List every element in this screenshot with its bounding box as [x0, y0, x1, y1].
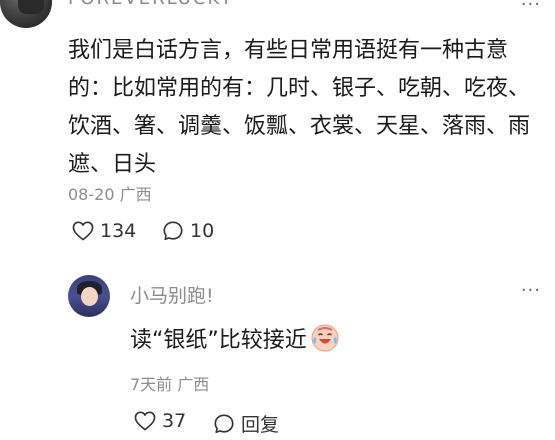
- reply-reply-button[interactable]: 回复: [213, 410, 279, 437]
- reply-time: 7天前: [130, 375, 173, 394]
- reply-username[interactable]: 小马别跑!: [130, 281, 214, 308]
- reply-more-button[interactable]: ···: [521, 280, 541, 301]
- comment-location: 广西: [119, 185, 152, 204]
- comment-meta: 08-20 广西: [68, 181, 152, 205]
- reply-like-count: 37: [162, 410, 187, 432]
- reply-reply-label: 回复: [241, 414, 280, 436]
- comment-reply-button[interactable]: 10: [162, 220, 214, 242]
- comment-text: 我们是白话方言，有些日常用语挺有一种古意的：比如常用的有：几时、银子、吃朝、吃夜…: [68, 38, 531, 177]
- comment-date: 08-20: [68, 185, 115, 204]
- comment-like-count: 134: [100, 220, 137, 242]
- reply-like-button[interactable]: 37: [134, 410, 186, 432]
- commenter-username[interactable]: FOREVERLUCKY: [68, 0, 234, 9]
- comment-reply-count: 10: [190, 220, 215, 242]
- heart-outline-icon: [72, 221, 94, 241]
- comment-more-button[interactable]: ···: [521, 0, 541, 15]
- commenter-avatar[interactable]: [0, 0, 52, 28]
- reply-location: 广西: [177, 375, 210, 394]
- reply-avatar[interactable]: [68, 275, 110, 317]
- speech-bubble-icon: [162, 220, 184, 242]
- heart-outline-icon: [134, 411, 156, 431]
- reply-meta: 7天前 广西: [130, 371, 209, 395]
- reply-text: 读“银纸”比较接近: [130, 328, 307, 353]
- laughing-tears-emoji-icon: [310, 323, 340, 353]
- reply-text-row: 读“银纸”比较接近: [130, 322, 340, 354]
- comment-like-button[interactable]: 134: [72, 220, 136, 242]
- speech-bubble-icon: [213, 413, 235, 435]
